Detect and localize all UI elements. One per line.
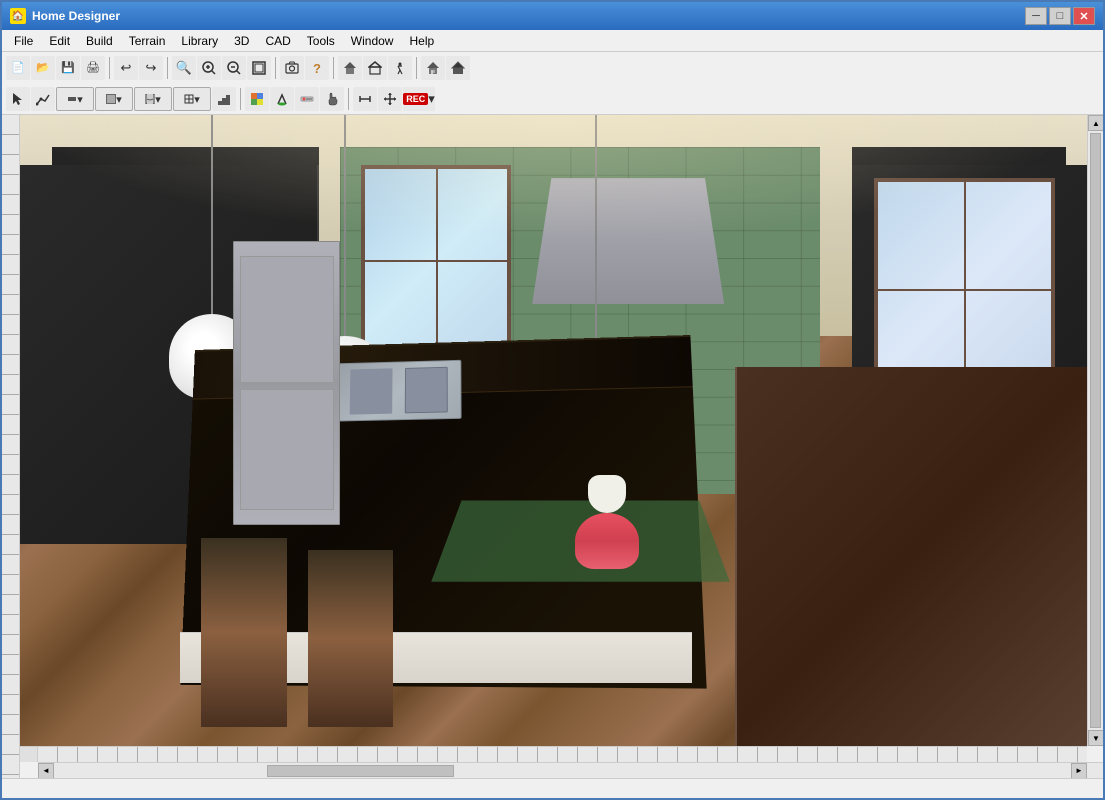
kitchen-scene xyxy=(20,115,1087,746)
rec-button[interactable]: REC▾ xyxy=(403,87,435,111)
polyline-tool[interactable] xyxy=(31,87,55,111)
close-button[interactable]: ✕ xyxy=(1073,7,1095,25)
material-tool[interactable] xyxy=(245,87,269,111)
toolbar-container: 📄 📂 💾 🖨 ↩ ↪ 🔍 ? xyxy=(2,52,1103,115)
sep6 xyxy=(240,88,241,110)
roof-button[interactable] xyxy=(363,56,387,80)
flower-vase xyxy=(575,475,639,570)
menu-bar: File Edit Build Terrain Library 3D CAD T… xyxy=(2,30,1103,52)
sep4 xyxy=(333,57,334,79)
new-button[interactable]: 📄 xyxy=(6,56,30,80)
menu-tools[interactable]: Tools xyxy=(299,32,343,50)
menu-library[interactable]: Library xyxy=(173,32,226,50)
main-area: ▲ ▼ ◄ ► xyxy=(2,115,1103,778)
window-controls: ─ □ ✕ xyxy=(1025,7,1095,25)
status-bar xyxy=(2,778,1103,798)
camera-button[interactable] xyxy=(280,56,304,80)
sep5 xyxy=(416,57,417,79)
barstool-2 xyxy=(308,550,393,727)
scrollbar-horizontal: ◄ ► xyxy=(38,762,1103,778)
sink-basin-right xyxy=(405,367,448,414)
sep1 xyxy=(109,57,110,79)
menu-edit[interactable]: Edit xyxy=(41,32,78,50)
scroll-thumb-h[interactable] xyxy=(267,765,454,777)
toolbar-1: 📄 📂 💾 🖨 ↩ ↪ 🔍 ? xyxy=(2,52,1103,84)
minimize-button[interactable]: ─ xyxy=(1025,7,1047,25)
fullscreen-button[interactable] xyxy=(247,56,271,80)
kitchen-sink xyxy=(337,360,462,422)
print-button[interactable]: 🖨 xyxy=(81,56,105,80)
window-title: Home Designer xyxy=(32,9,1025,23)
zoom-out-button[interactable] xyxy=(222,56,246,80)
pendant-cord-3 xyxy=(595,115,597,365)
dimension-tool[interactable] xyxy=(353,87,377,111)
toolbar-2: ▾ ▾ ▾ ▾ xyxy=(2,84,1103,114)
main-window: 🏠 Home Designer ─ □ ✕ File Edit Build Te… xyxy=(0,0,1105,800)
menu-terrain[interactable]: Terrain xyxy=(121,32,174,50)
redo-button[interactable]: ↪ xyxy=(139,56,163,80)
zoom-fit-button[interactable]: 🔍 xyxy=(172,56,196,80)
barstool-1 xyxy=(201,538,286,727)
overview-button[interactable] xyxy=(421,56,445,80)
window-dropdown[interactable]: ▾ xyxy=(173,87,211,111)
bottom-area xyxy=(20,746,1103,762)
menu-file[interactable]: File xyxy=(6,32,41,50)
pendant-cord-1 xyxy=(211,115,213,314)
refrigerator xyxy=(233,241,340,525)
app-icon: 🏠 xyxy=(10,8,26,24)
menu-cad[interactable]: CAD xyxy=(257,32,298,50)
aerial-button[interactable] xyxy=(446,56,470,80)
menu-window[interactable]: Window xyxy=(343,32,402,50)
canvas[interactable] xyxy=(20,115,1087,746)
stair-tool[interactable] xyxy=(212,87,236,111)
menu-help[interactable]: Help xyxy=(401,32,442,50)
door-dropdown[interactable]: ▾ xyxy=(134,87,172,111)
ruler-bottom xyxy=(38,746,1087,762)
ruler-corner xyxy=(20,746,38,762)
menu-build[interactable]: Build xyxy=(78,32,121,50)
paint-tool[interactable] xyxy=(270,87,294,111)
menu-3d[interactable]: 3D xyxy=(226,32,257,50)
pendant-cord-2 xyxy=(344,115,346,336)
hand-tool[interactable] xyxy=(320,87,344,111)
save-button[interactable]: 💾 xyxy=(56,56,80,80)
open-button[interactable]: 📂 xyxy=(31,56,55,80)
zoom-in-button[interactable] xyxy=(197,56,221,80)
ruler-left xyxy=(2,115,20,778)
help-button[interactable]: ? xyxy=(305,56,329,80)
transform-tool[interactable] xyxy=(378,87,402,111)
cabinet-dropdown[interactable]: ▾ xyxy=(95,87,133,111)
sep7 xyxy=(348,88,349,110)
exterior-button[interactable] xyxy=(338,56,362,80)
walk-button[interactable] xyxy=(388,56,412,80)
scroll-left-button[interactable]: ◄ xyxy=(38,763,54,779)
texture-tool[interactable] xyxy=(295,87,319,111)
sep3 xyxy=(275,57,276,79)
scroll-right-button[interactable]: ► xyxy=(1071,763,1087,779)
scroll-up-button[interactable]: ▲ xyxy=(1088,115,1103,131)
select-tool[interactable] xyxy=(6,87,30,111)
window-right xyxy=(874,178,1055,399)
scrollbar-corner xyxy=(1087,746,1103,762)
wall-dropdown[interactable]: ▾ xyxy=(56,87,94,111)
scroll-down-button[interactable]: ▼ xyxy=(1088,730,1103,746)
sep2 xyxy=(167,57,168,79)
maximize-button[interactable]: □ xyxy=(1049,7,1071,25)
undo-button[interactable]: ↩ xyxy=(114,56,138,80)
scroll-thumb-v[interactable] xyxy=(1090,133,1101,728)
scrollbar-vertical: ▲ ▼ xyxy=(1087,115,1103,746)
dining-area xyxy=(735,367,1087,746)
title-bar: 🏠 Home Designer ─ □ ✕ xyxy=(2,2,1103,30)
sink-basin-left xyxy=(350,368,393,414)
